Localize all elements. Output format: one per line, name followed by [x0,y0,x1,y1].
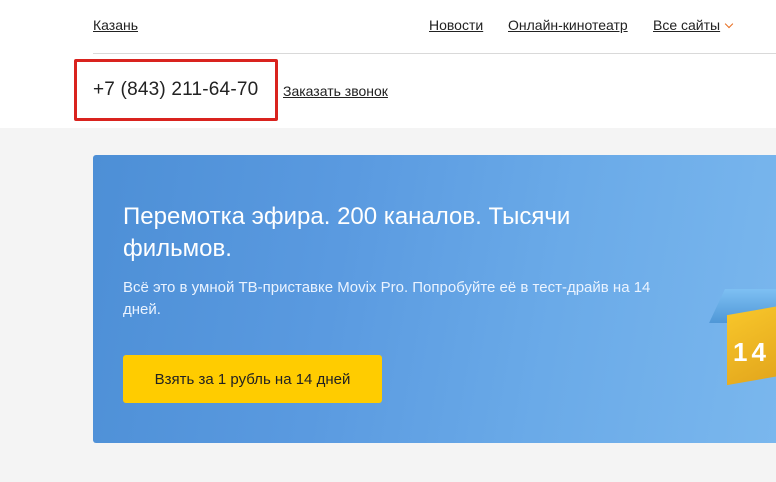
banner-text: Всё это в умной ТВ-приставке Movix Pro. … [123,279,651,318]
header: Казань Новости Онлайн-кинотеатр Все сайт… [0,0,776,128]
box-digits: 14 [733,337,770,367]
nav-all-sites-dropdown[interactable]: Все сайты [653,17,734,33]
nav-all-sites-label: Все сайты [653,17,721,33]
nav-cinema-link[interactable]: Онлайн-кинотеатр [508,17,628,33]
callback-link[interactable]: Заказать звонок [283,83,388,99]
header-divider [93,53,776,54]
cta-button[interactable]: Взять за 1 рубль на 14 дней [123,355,382,403]
gift-box-illustration: 14 [709,247,776,387]
nav-news-link[interactable]: Новости [429,17,483,33]
banner-title: Перемотка эфира. 200 каналов. Тысячи фил… [123,203,571,262]
city-selector-link[interactable]: Казань [93,17,138,33]
phone-number[interactable]: +7 (843) 211-64-70 [93,79,258,101]
promo-banner: Перемотка эфира. 200 каналов. Тысячи фил… [93,155,776,443]
chevron-down-icon [724,19,734,28]
